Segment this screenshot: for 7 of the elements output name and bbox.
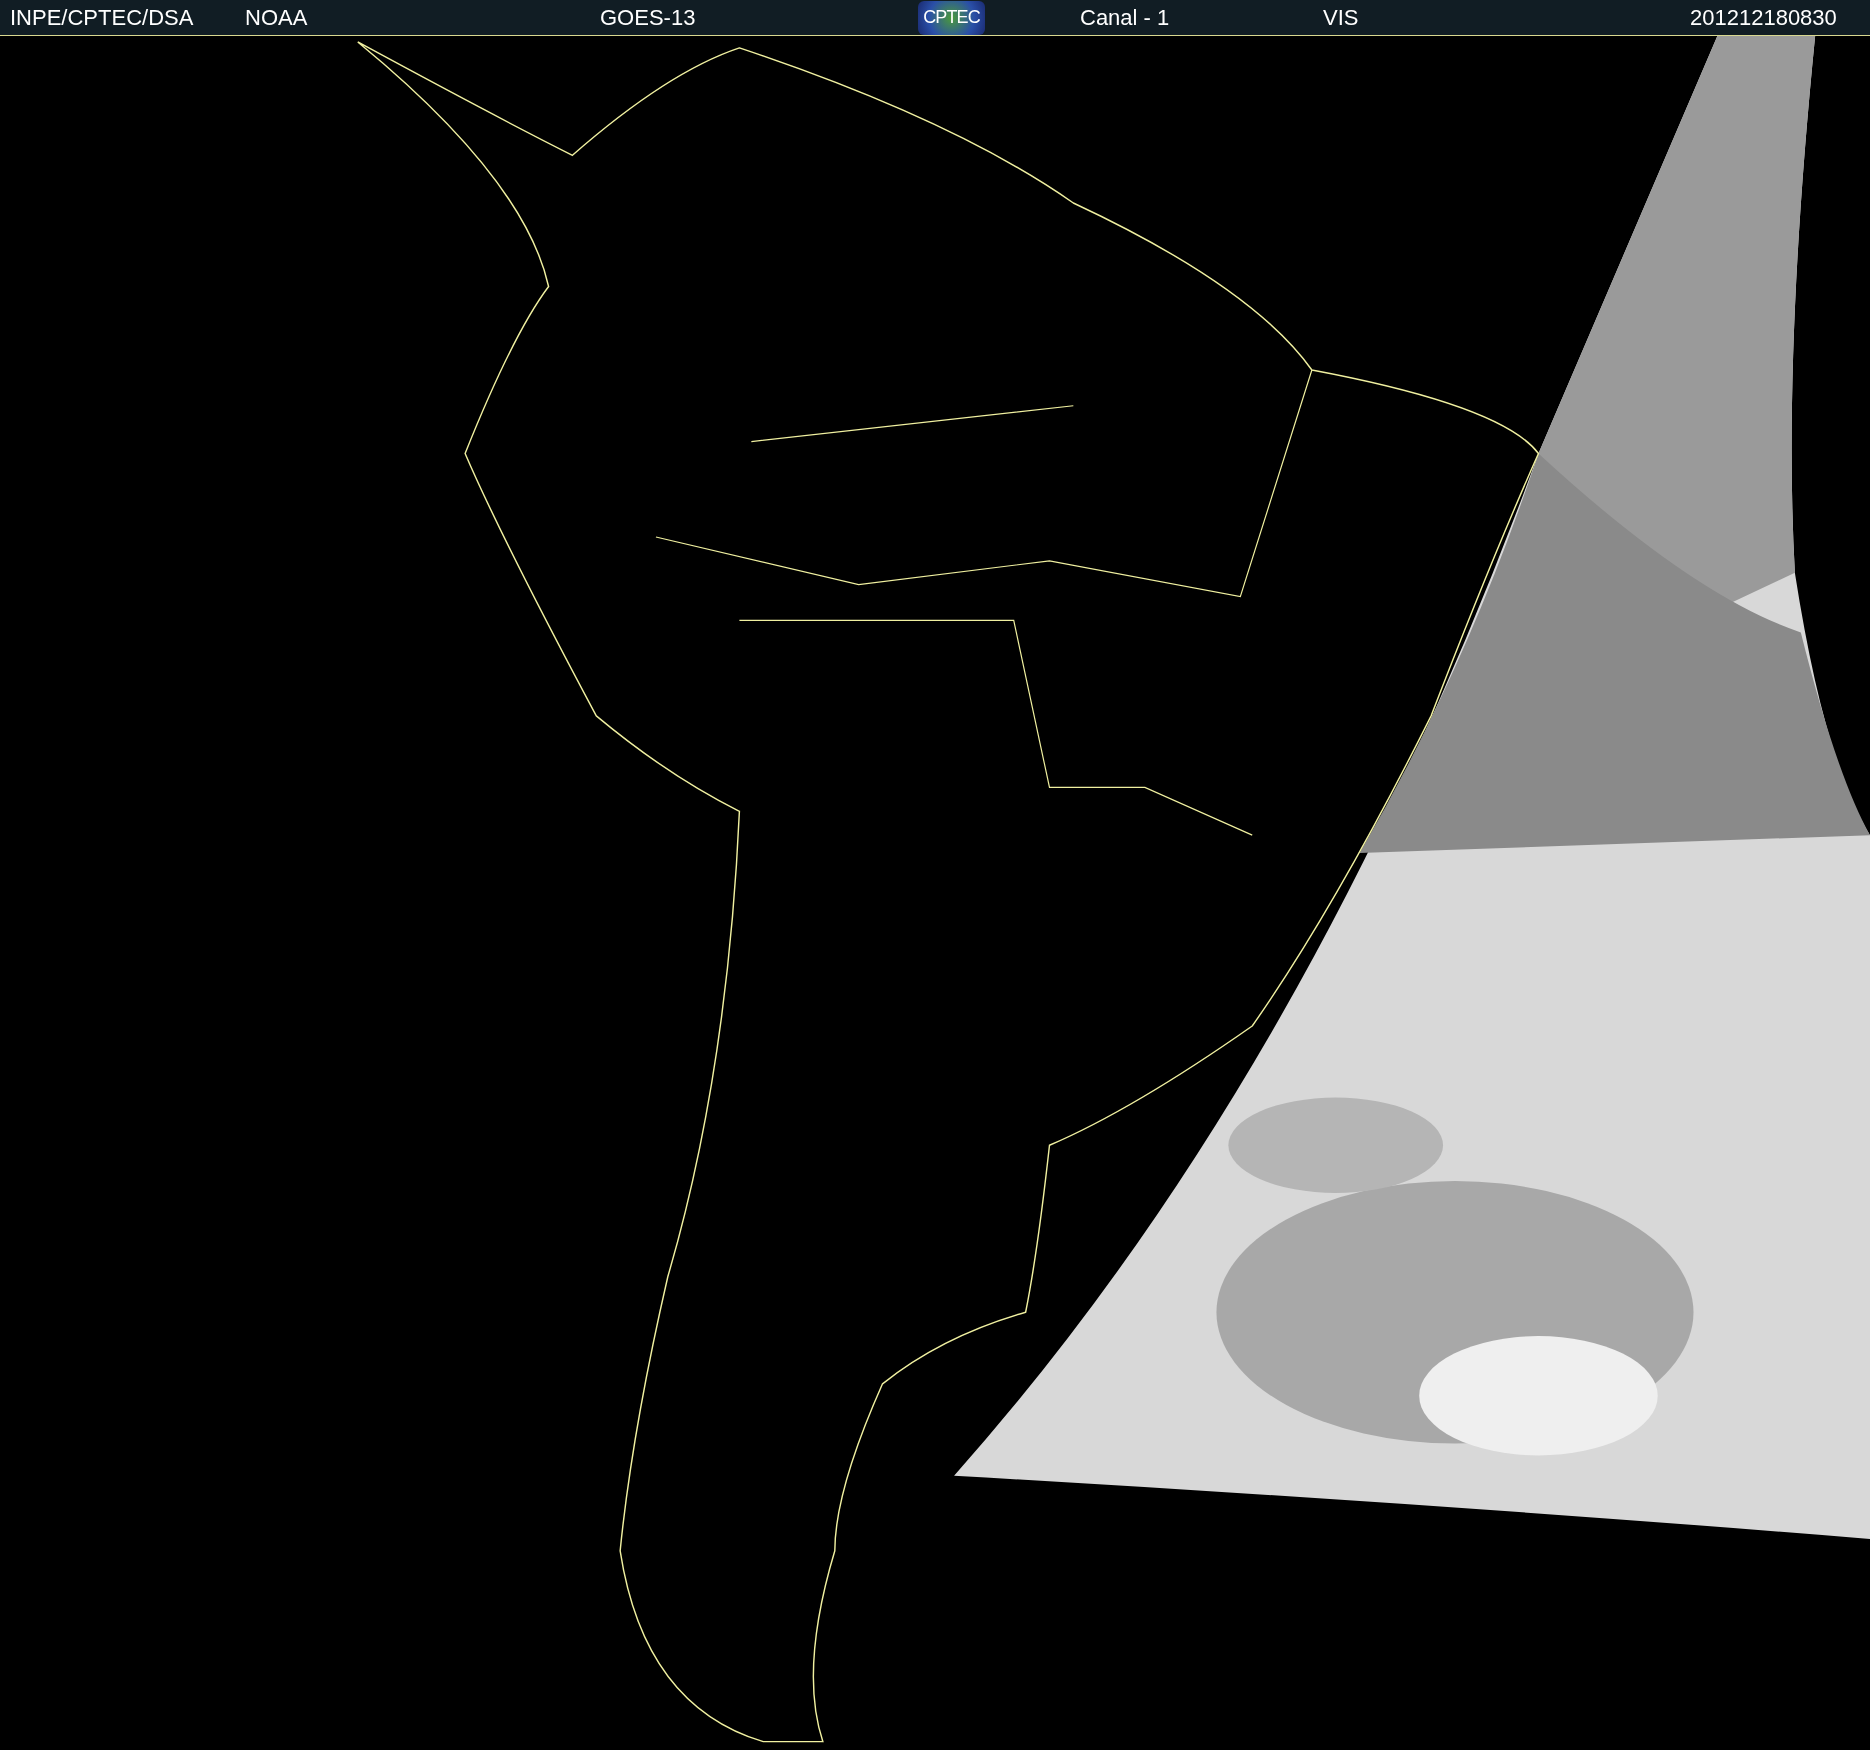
header-label: Canal - 1 [1080, 6, 1170, 29]
header-label: INPE/CPTEC/DSA [10, 6, 194, 29]
header-label: 201212180830 [1690, 6, 1837, 29]
header-label: NOAA [245, 6, 308, 29]
header-label: GOES-13 [600, 6, 696, 29]
header-label: VIS [1323, 6, 1359, 29]
logo: CPTEC [918, 0, 985, 35]
